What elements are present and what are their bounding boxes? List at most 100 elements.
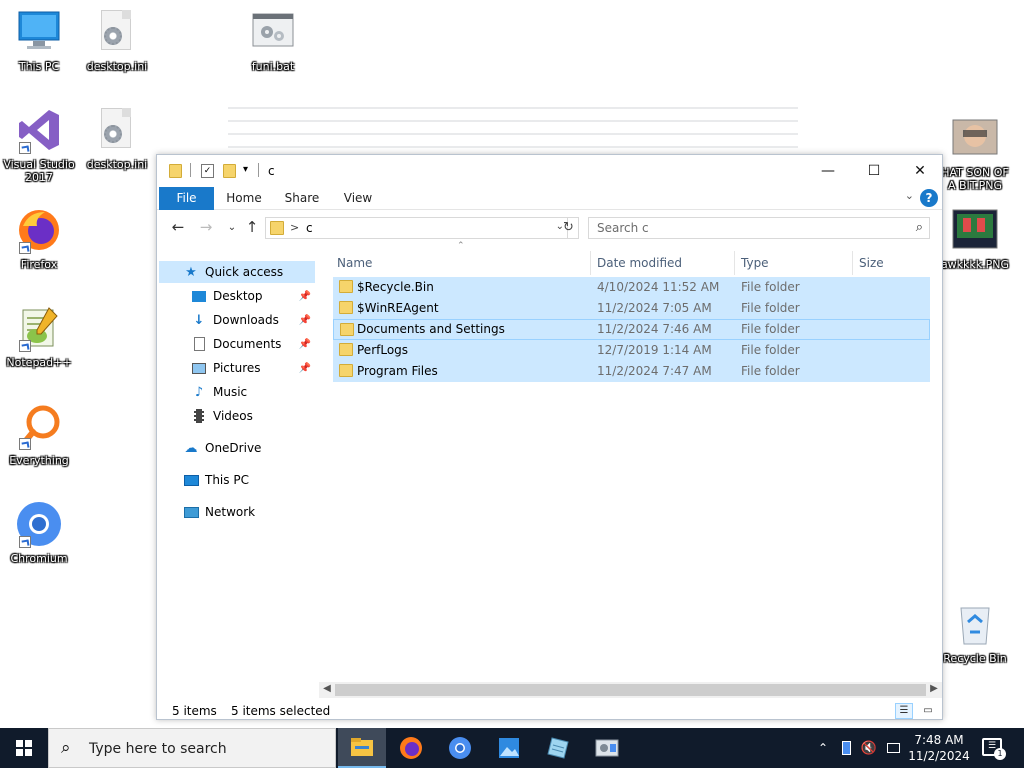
title-bar[interactable]: ✓ ▾ c — ☐ ✕ xyxy=(157,155,942,186)
column-header-name[interactable]: Name xyxy=(331,251,591,275)
desktop-icon-chromium[interactable]: Chromium xyxy=(0,500,78,565)
file-date: 11/2/2024 7:05 AM xyxy=(597,301,712,315)
help-icon[interactable]: ? xyxy=(920,189,938,207)
battery-icon[interactable] xyxy=(836,728,856,768)
tab-home[interactable]: Home xyxy=(219,187,269,210)
file-row[interactable]: Program Files 11/2/2024 7:47 AM File fol… xyxy=(333,361,930,382)
column-header-type[interactable]: Type xyxy=(735,251,853,275)
desktop-icon-notepadpp[interactable]: Notepad++ xyxy=(0,304,78,369)
desktop-icon-desktop-ini-2[interactable]: desktop.ini xyxy=(78,106,156,171)
file-name: $Recycle.Bin xyxy=(357,280,434,294)
nav-quick-access[interactable]: ★ Quick access xyxy=(159,261,315,283)
desktop-icon-recycle-bin[interactable]: Recycle Bin xyxy=(936,600,1014,665)
nav-downloads[interactable]: ↓ Downloads 📌 xyxy=(159,309,315,331)
nav-pictures[interactable]: Pictures 📌 xyxy=(159,357,315,379)
forward-arrow-icon[interactable]: → xyxy=(195,216,217,238)
file-name: $WinREAgent xyxy=(357,301,439,315)
taskbar-search-input[interactable]: Type here to search xyxy=(89,741,227,757)
search-box[interactable]: Search c ⌕ xyxy=(588,217,930,239)
refresh-icon[interactable]: ↻ xyxy=(559,217,579,239)
taskbar-chromium[interactable] xyxy=(436,728,484,768)
navigation-bar: ← → ⌄ ↑ > c ⌄ ↻ Search c ⌕ xyxy=(157,211,942,244)
file-explorer-icon xyxy=(351,738,373,756)
taskbar-control-panel[interactable] xyxy=(583,728,631,768)
start-button[interactable] xyxy=(0,728,48,768)
new-folder-icon[interactable] xyxy=(223,164,236,178)
nav-documents[interactable]: Documents 📌 xyxy=(159,333,315,355)
nav-music[interactable]: ♪ Music xyxy=(159,381,315,403)
nav-videos[interactable]: Videos xyxy=(159,405,315,427)
pin-icon[interactable]: 📌 xyxy=(299,291,311,302)
desktop-icon-this-pc[interactable]: This PC xyxy=(0,8,78,73)
properties-icon[interactable]: ✓ xyxy=(201,164,214,178)
file-date: 12/7/2019 1:14 AM xyxy=(597,343,712,357)
file-name: Documents and Settings xyxy=(357,322,505,336)
batch-file-icon xyxy=(252,13,294,47)
taskbar-file-explorer[interactable] xyxy=(338,728,386,768)
file-type: File folder xyxy=(741,322,800,336)
desktop-icon-everything[interactable]: Everything xyxy=(0,402,78,467)
desktop-icon-firefox[interactable]: Firefox xyxy=(0,206,78,271)
pin-icon[interactable]: 📌 xyxy=(299,339,311,350)
clock-date: 11/2/2024 xyxy=(908,749,970,763)
tab-share[interactable]: Share xyxy=(277,187,327,210)
notepad-icon xyxy=(547,737,569,759)
pin-icon[interactable]: 📌 xyxy=(299,315,311,326)
minimize-button[interactable]: — xyxy=(805,155,851,186)
file-date: 11/2/2024 7:46 AM xyxy=(597,322,712,336)
image-file-icon xyxy=(952,209,998,249)
column-header-date[interactable]: Date modified xyxy=(591,251,735,275)
search-icon: ⌕ xyxy=(915,220,923,235)
back-arrow-icon[interactable]: ← xyxy=(167,216,189,238)
taskbar-search-box[interactable]: ⌕ Type here to search xyxy=(48,728,336,768)
quick-access-dropdown-icon[interactable]: ▾ xyxy=(243,164,248,175)
tab-file[interactable]: File xyxy=(159,187,214,210)
desktop-icon-hat-son-png[interactable]: HAT SON OF A BIT.PNG xyxy=(936,114,1014,192)
recycle-bin-icon xyxy=(960,607,990,645)
nav-this-pc[interactable]: This PC xyxy=(159,469,315,491)
file-row[interactable]: $WinREAgent 11/2/2024 7:05 AM File folde… xyxy=(333,298,930,319)
nav-desktop[interactable]: Desktop 📌 xyxy=(159,285,315,307)
maximize-button[interactable]: ☐ xyxy=(851,155,897,186)
video-film-icon xyxy=(191,408,207,424)
music-note-icon: ♪ xyxy=(194,384,204,400)
scroll-left-arrow-icon[interactable]: ◀ xyxy=(319,683,335,694)
tab-view[interactable]: View xyxy=(333,187,383,210)
windows-logo-icon xyxy=(16,740,32,756)
notification-center-icon[interactable]: ☰ 1 xyxy=(982,738,1006,760)
desktop-icon-visual-studio[interactable]: Visual Studio 2017 xyxy=(0,106,78,184)
ribbon-expand-chevron-icon[interactable]: ⌄ xyxy=(905,189,914,202)
up-arrow-icon[interactable]: ↑ xyxy=(241,216,263,238)
close-button[interactable]: ✕ xyxy=(897,155,943,186)
address-path[interactable]: c xyxy=(306,221,313,235)
search-icon: ⌕ xyxy=(61,738,71,758)
taskbar-photos[interactable] xyxy=(485,728,533,768)
desktop-icon-desktop-ini[interactable]: desktop.ini xyxy=(78,8,156,73)
pictures-icon xyxy=(191,360,207,376)
selected-count: 5 items selected xyxy=(231,704,331,718)
network-display-icon[interactable] xyxy=(882,728,904,768)
scroll-right-arrow-icon[interactable]: ▶ xyxy=(926,683,942,694)
horizontal-scrollbar[interactable]: ◀ ▶ xyxy=(319,682,942,698)
search-input[interactable]: Search c xyxy=(597,221,649,235)
address-bar[interactable]: > c ⌄ xyxy=(265,217,568,239)
desktop-icon-funi-bat[interactable]: funi.bat xyxy=(234,8,312,73)
volume-muted-icon[interactable]: 🔇 xyxy=(858,728,880,768)
details-view-icon[interactable]: ☰ xyxy=(895,703,913,719)
taskbar-firefox[interactable] xyxy=(387,728,435,768)
scrollbar-thumb[interactable] xyxy=(335,684,926,696)
system-clock[interactable]: 7:48 AM 11/2/2024 xyxy=(905,732,973,764)
desktop-icon-awkkkk-png[interactable]: awkkkk.PNG xyxy=(936,206,1014,271)
file-row[interactable]: Documents and Settings 11/2/2024 7:46 AM… xyxy=(333,319,930,340)
file-row[interactable]: $Recycle.Bin 4/10/2024 11:52 AM File fol… xyxy=(333,277,930,298)
show-hidden-icons-chevron-icon[interactable]: ⌃ xyxy=(812,728,834,768)
nav-network[interactable]: Network xyxy=(159,501,315,523)
recent-locations-chevron-icon[interactable]: ⌄ xyxy=(221,216,243,238)
taskbar-notepad[interactable] xyxy=(534,728,582,768)
nav-onedrive[interactable]: ☁ OneDrive xyxy=(159,437,315,459)
file-row[interactable]: PerfLogs 12/7/2019 1:14 AM File folder xyxy=(333,340,930,361)
column-header-size[interactable]: Size xyxy=(853,251,933,275)
pin-icon[interactable]: 📌 xyxy=(299,363,311,374)
star-icon: ★ xyxy=(185,264,197,280)
large-icons-view-icon[interactable]: ▭ xyxy=(919,703,937,719)
